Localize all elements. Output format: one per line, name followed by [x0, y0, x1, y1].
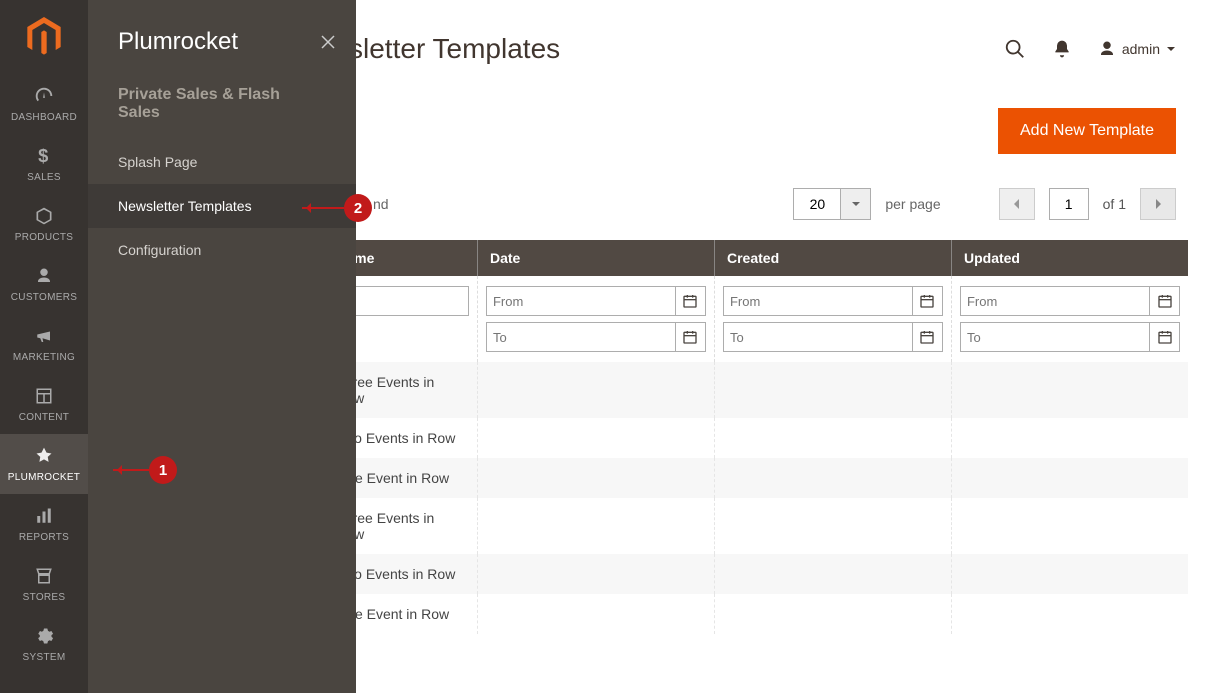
column-header-updated[interactable]: Updated [951, 240, 1188, 276]
nav-label: PRODUCTS [15, 232, 74, 243]
nav-plumrocket[interactable]: PLUMROCKET [0, 434, 88, 494]
close-icon[interactable] [320, 34, 336, 50]
annotation-arrow-2 [302, 207, 344, 209]
submenu-group-title: Private Sales & Flash Sales [88, 86, 356, 140]
nav-label: CONTENT [19, 412, 69, 423]
nav-label: SALES [27, 172, 61, 183]
submenu-title: Plumrocket [118, 28, 238, 56]
pager-next-button[interactable] [1140, 188, 1176, 220]
box-icon [34, 205, 54, 227]
user-icon [1098, 40, 1116, 58]
admin-user-label: admin [1122, 41, 1160, 57]
admin-sidebar: DASHBOARD $ SALES PRODUCTS CUSTOMERS MAR… [0, 0, 88, 693]
calendar-icon[interactable] [913, 322, 943, 352]
calendar-icon[interactable] [1150, 286, 1180, 316]
search-icon[interactable] [1004, 38, 1026, 60]
annotation-arrow-1 [113, 469, 149, 471]
nav-system[interactable]: SYSTEM [0, 614, 88, 674]
plumrocket-icon [34, 445, 54, 467]
nav-label: MARKETING [13, 352, 75, 363]
nav-sales[interactable]: $ SALES [0, 134, 88, 194]
nav-label: CUSTOMERS [11, 292, 77, 303]
records-found-label: nd [373, 196, 389, 212]
filter-created-from[interactable] [723, 286, 913, 316]
calendar-icon[interactable] [1150, 322, 1180, 352]
submenu-item-configuration[interactable]: Configuration [88, 228, 356, 272]
chevron-left-icon [1012, 198, 1022, 210]
per-page-input[interactable] [793, 188, 841, 220]
bar-chart-icon [35, 505, 53, 527]
gauge-icon [33, 85, 55, 107]
chevron-down-icon [1166, 44, 1176, 54]
calendar-icon[interactable] [913, 286, 943, 316]
nav-dashboard[interactable]: DASHBOARD [0, 74, 88, 134]
per-page-dropdown-arrow[interactable] [841, 188, 871, 220]
submenu-item-newsletter-templates[interactable]: Newsletter Templates [88, 184, 356, 228]
store-icon [34, 565, 54, 587]
per-page-label: per page [885, 196, 940, 212]
nav-label: REPORTS [19, 532, 69, 543]
nav-label: STORES [23, 592, 66, 603]
filter-date-from[interactable] [486, 286, 676, 316]
page-number-input[interactable] [1049, 188, 1089, 220]
person-icon [35, 265, 53, 287]
pager-prev-button[interactable] [999, 188, 1035, 220]
megaphone-icon [34, 325, 54, 347]
add-new-template-button[interactable]: Add New Template [998, 108, 1176, 154]
layout-icon [35, 385, 53, 407]
submenu-panel: Plumrocket Private Sales & Flash Sales S… [88, 0, 356, 693]
admin-user-menu[interactable]: admin [1098, 40, 1176, 58]
filter-updated-from[interactable] [960, 286, 1150, 316]
notifications-icon[interactable] [1052, 39, 1072, 59]
total-pages-label: of 1 [1103, 196, 1126, 212]
calendar-icon[interactable] [676, 286, 706, 316]
nav-label: SYSTEM [23, 652, 66, 663]
dollar-icon: $ [34, 145, 54, 167]
chevron-down-icon [851, 199, 861, 209]
nav-content[interactable]: CONTENT [0, 374, 88, 434]
nav-stores[interactable]: STORES [0, 554, 88, 614]
column-header-created[interactable]: Created [714, 240, 951, 276]
nav-label: PLUMROCKET [8, 472, 80, 483]
nav-customers[interactable]: CUSTOMERS [0, 254, 88, 314]
column-header-date[interactable]: Date [477, 240, 714, 276]
calendar-icon[interactable] [676, 322, 706, 352]
submenu-header: Plumrocket [88, 0, 356, 86]
nav-products[interactable]: PRODUCTS [0, 194, 88, 254]
filter-created-to[interactable] [723, 322, 913, 352]
chevron-right-icon [1153, 198, 1163, 210]
annotation-badge-2: 2 [344, 194, 372, 222]
filter-date-to[interactable] [486, 322, 676, 352]
nav-label: DASHBOARD [11, 112, 77, 123]
magento-logo[interactable] [0, 0, 88, 74]
submenu-item-splash-page[interactable]: Splash Page [88, 140, 356, 184]
magento-logo-icon [27, 17, 61, 57]
per-page-select[interactable] [793, 188, 871, 220]
gear-icon [34, 625, 54, 647]
nav-reports[interactable]: REPORTS [0, 494, 88, 554]
annotation-badge-1: 1 [149, 456, 177, 484]
filter-updated-to[interactable] [960, 322, 1150, 352]
header-right: admin [1004, 38, 1176, 60]
svg-text:$: $ [38, 146, 48, 166]
nav-marketing[interactable]: MARKETING [0, 314, 88, 374]
